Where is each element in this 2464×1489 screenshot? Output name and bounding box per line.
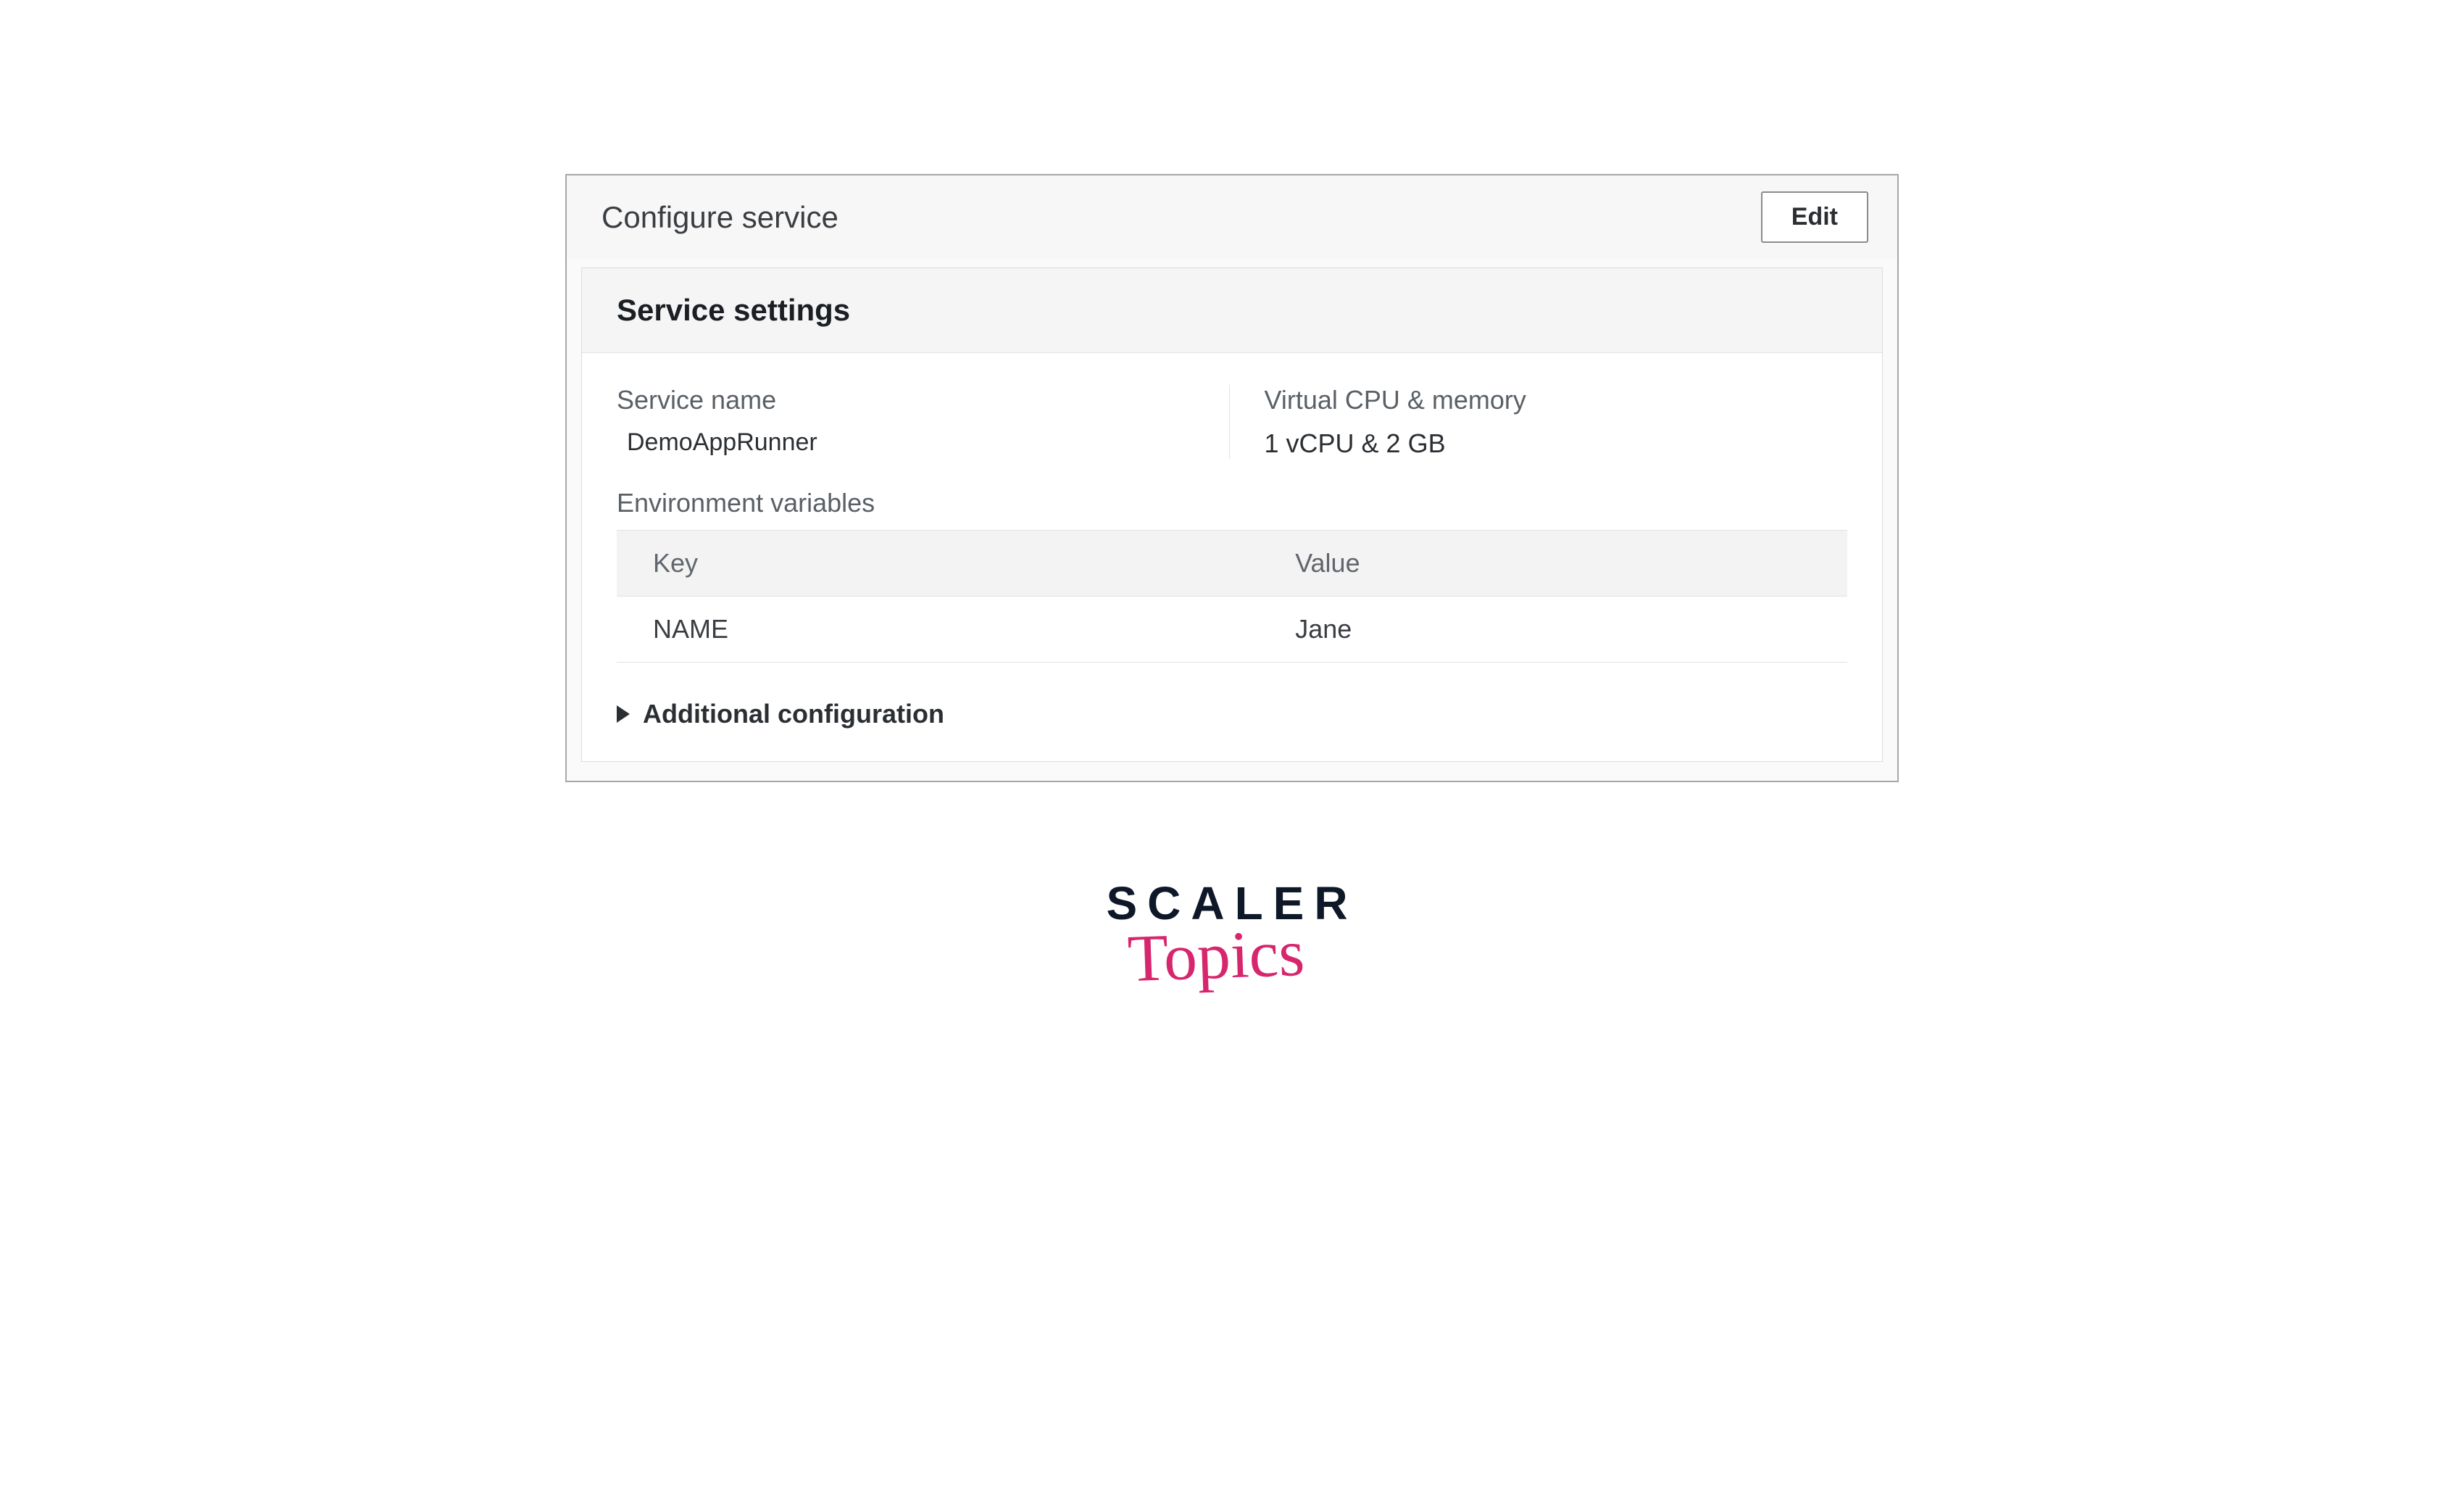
env-table-header-row: Key Value (617, 531, 1847, 597)
service-name-field: Service name DemoAppRunner (617, 385, 1230, 459)
additional-configuration-toggle[interactable]: Additional configuration (582, 670, 1882, 761)
service-settings-title: Service settings (617, 293, 1847, 328)
service-name-label: Service name (617, 385, 1200, 415)
additional-configuration-label: Additional configuration (643, 699, 944, 729)
service-name-value: DemoAppRunner (617, 428, 1200, 457)
cpu-memory-label: Virtual CPU & memory (1265, 385, 1848, 415)
env-col-value: Value (1259, 531, 1847, 597)
environment-variables-table: Key Value NAME Jane (617, 530, 1847, 663)
env-row-value: Jane (1259, 597, 1847, 663)
settings-row: Service name DemoAppRunner Virtual CPU &… (582, 353, 1882, 488)
env-col-key: Key (617, 531, 1259, 597)
environment-variables-heading: Environment variables (617, 488, 1847, 518)
service-settings-header: Service settings (582, 268, 1882, 353)
environment-variables-block: Environment variables Key Value NAME Jan… (582, 488, 1882, 670)
env-row-key: NAME (617, 597, 1259, 663)
caret-right-icon (617, 705, 630, 723)
table-row: NAME Jane (617, 597, 1847, 663)
service-settings-panel: Service settings Service name DemoAppRun… (581, 267, 1883, 762)
cpu-memory-value: 1 vCPU & 2 GB (1265, 428, 1848, 459)
edit-button[interactable]: Edit (1761, 191, 1868, 243)
brand-logo: SCALER Topics (565, 876, 1899, 994)
configure-service-panel: Configure service Edit Service settings … (565, 174, 1899, 782)
cpu-memory-field: Virtual CPU & memory 1 vCPU & 2 GB (1230, 385, 1848, 459)
panel-header: Configure service Edit (567, 175, 1897, 259)
panel-title: Configure service (602, 200, 838, 235)
